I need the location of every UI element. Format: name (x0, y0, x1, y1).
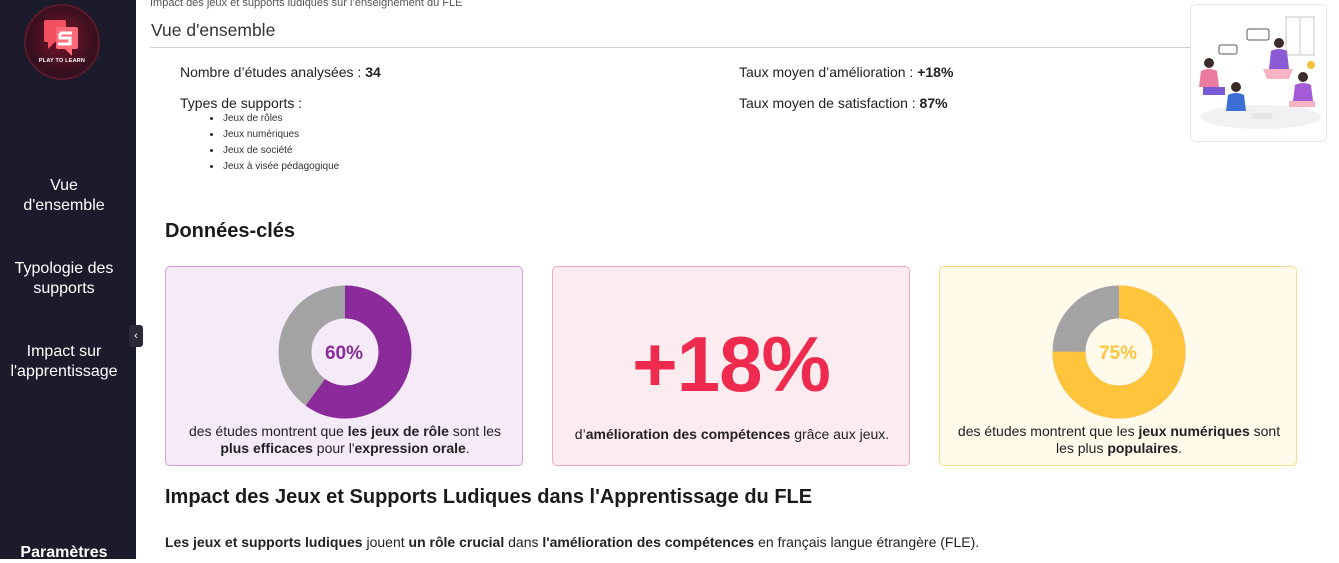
text: en français langue étrangère (FLE). (754, 534, 980, 550)
text: des études montrent que les (957, 423, 1139, 439)
list-item: Jeux à visée pédagogique (209, 159, 339, 175)
text-bold: expression orale (354, 440, 466, 456)
text: dans (504, 534, 543, 550)
text: . (1178, 440, 1183, 456)
people-learning-illustration (1190, 4, 1327, 142)
stat-value: 87% (919, 95, 948, 111)
text: jouent (362, 534, 409, 550)
sidebar-item-label: d'ensemble (23, 197, 105, 214)
role-play-stat-card: 60% des études montrent que les jeux de … (165, 266, 523, 466)
text-bold: jeux numériques (1138, 423, 1250, 439)
text: des études montrent que (188, 423, 348, 439)
text-bold: l'amélioration des compétences (542, 534, 755, 550)
logo-text: PLAY TO LEARN (38, 58, 86, 64)
improvement-stat-card: +18% d’amélioration des compétences grâc… (552, 266, 910, 466)
chat-bubbles-icon (44, 20, 78, 56)
stat-value: 34 (365, 64, 381, 80)
sidebar-item-label: supports (33, 280, 95, 297)
improvement-stat: Taux moyen d’amélioration : +18% (739, 64, 953, 80)
big-improvement-value: +18% (632, 320, 831, 408)
text-bold: plus efficaces (220, 440, 313, 456)
list-item: Jeux numériques (209, 127, 339, 143)
text: pour l' (312, 440, 355, 456)
text: grâce aux jeux. (790, 426, 890, 442)
donut-percent-label: 75% (1098, 343, 1138, 364)
stat-label: Nombre d’études analysées : (180, 64, 366, 80)
text: . (465, 440, 470, 456)
studies-count-stat: Nombre d’études analysées : 34 (180, 64, 381, 80)
card-description: des études montrent que les jeux numériq… (950, 423, 1288, 457)
sidebar-collapse-button[interactable]: ‹ (129, 325, 143, 347)
satisfaction-stat: Taux moyen de satisfaction : 87% (739, 95, 948, 111)
sidebar-item-settings[interactable]: Paramètres (0, 543, 128, 563)
sidebar-item-impact[interactable]: Impact sur l'apprentissage (0, 342, 128, 382)
sidebar-item-label: Typologie des (14, 260, 114, 277)
digital-games-stat-card: 75% des études montrent que les jeux num… (939, 266, 1297, 466)
sidebar-item-label: Vue (50, 177, 78, 194)
card-description: des études montrent que les jeux de rôle… (176, 423, 514, 457)
text-bold: un rôle crucial (408, 534, 505, 550)
page-title: Vue d'ensemble (151, 20, 276, 40)
text: d’ (574, 426, 586, 442)
stat-label: Taux moyen de satisfaction : (739, 95, 920, 111)
text-bold: amélioration des compétences (585, 426, 791, 442)
sidebar-item-label: Impact sur (26, 343, 102, 360)
donut-percent-label: 60% (324, 343, 364, 364)
text-bold: Les jeux et supports ludiques (165, 534, 363, 550)
types-label: Types de supports : (180, 95, 303, 111)
text: sont les (448, 423, 502, 439)
sidebar-item-overview[interactable]: Vue d'ensemble (0, 176, 128, 216)
sidebar-item-label: l'apprentissage (10, 363, 118, 380)
card-description: d’amélioration des compétences grâce aux… (563, 426, 901, 443)
impact-section-title: Impact des Jeux et Supports Ludiques dan… (165, 486, 813, 508)
stat-label: Taux moyen d’amélioration : (739, 64, 918, 80)
breadcrumb: Impact des jeux et supports ludiques sur… (150, 0, 463, 9)
list-item: Jeux de société (209, 143, 339, 159)
play-to-learn-logo[interactable]: PLAY TO LEARN (24, 4, 100, 80)
students-illustration-icon (1191, 5, 1326, 141)
impact-intro-paragraph: Les jeux et supports ludiques jouent un … (165, 534, 979, 550)
text-bold: les jeux de rôle (347, 423, 449, 439)
text-bold: populaires (1107, 440, 1179, 456)
sidebar: PLAY TO LEARN Vue d'ensemble Typologie d… (0, 0, 136, 561)
support-types-list: Jeux de rôles Jeux numériques Jeux de so… (209, 111, 339, 175)
title-divider (150, 47, 1190, 48)
key-data-title: Données-clés (165, 220, 296, 242)
sidebar-item-typology[interactable]: Typologie des supports (0, 259, 128, 299)
list-item: Jeux de rôles (209, 111, 339, 127)
stat-value: +18% (917, 64, 954, 80)
